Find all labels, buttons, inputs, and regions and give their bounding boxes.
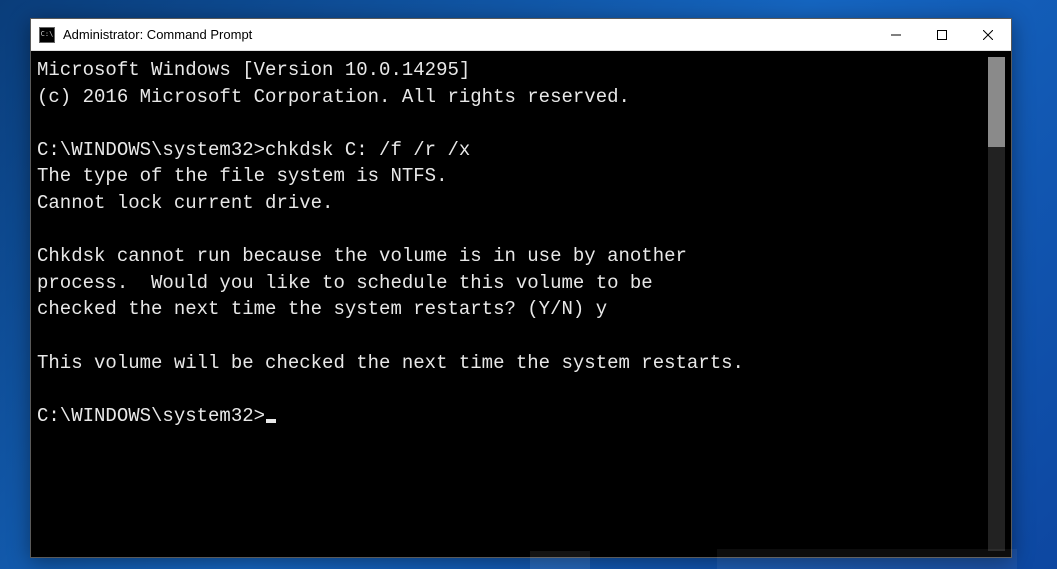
desktop-background-element	[717, 549, 1017, 569]
window-controls	[873, 19, 1011, 50]
copyright-line: (c) 2016 Microsoft Corporation. All righ…	[37, 86, 630, 108]
maximize-button[interactable]	[919, 19, 965, 50]
window-title: Administrator: Command Prompt	[63, 27, 873, 42]
prompt-line: C:\WINDOWS\system32>chkdsk C: /f /r /x	[37, 139, 470, 161]
output-line: This volume will be checked the next tim…	[37, 352, 744, 374]
minimize-button[interactable]	[873, 19, 919, 50]
output-line: checked the next time the system restart…	[37, 298, 607, 320]
output-line: Chkdsk cannot run because the volume is …	[37, 245, 687, 267]
cursor	[266, 419, 276, 423]
desktop-background-element	[530, 551, 590, 569]
scroll-thumb[interactable]	[988, 57, 1005, 147]
console-output: Microsoft Windows [Version 10.0.14295] (…	[37, 57, 988, 551]
output-line: Cannot lock current drive.	[37, 192, 333, 214]
output-line: process. Would you like to schedule this…	[37, 272, 653, 294]
output-line: The type of the file system is NTFS.	[37, 165, 447, 187]
version-line: Microsoft Windows [Version 10.0.14295]	[37, 59, 470, 81]
cmd-icon: C:\	[39, 27, 55, 43]
command-prompt-window: C:\ Administrator: Command Prompt Micros…	[30, 18, 1012, 558]
close-button[interactable]	[965, 19, 1011, 50]
console-area[interactable]: Microsoft Windows [Version 10.0.14295] (…	[31, 51, 1011, 557]
current-prompt: C:\WINDOWS\system32>	[37, 405, 265, 427]
vertical-scrollbar[interactable]	[988, 57, 1005, 551]
titlebar[interactable]: C:\ Administrator: Command Prompt	[31, 19, 1011, 51]
